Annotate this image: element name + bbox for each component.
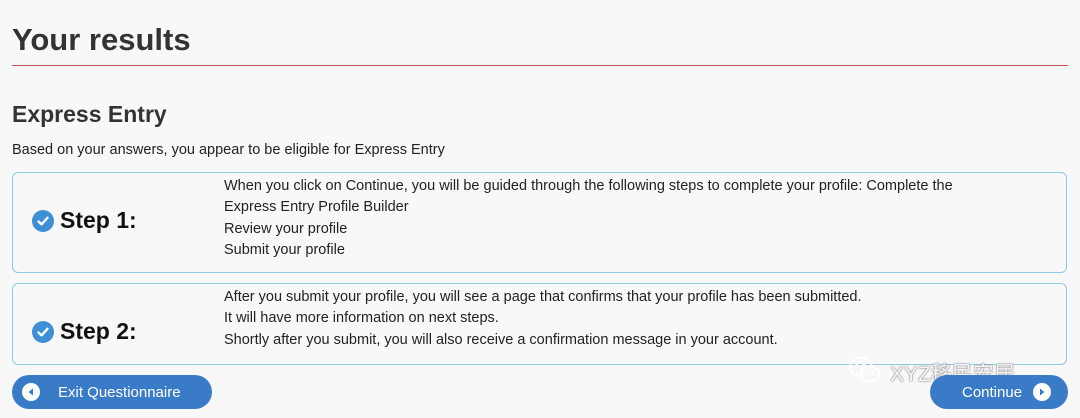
step-2-line: After you submit your profile, you will … [224, 289, 862, 305]
step-2-line: It will have more information on next st… [224, 310, 499, 327]
check-circle-icon [32, 209, 54, 232]
arrow-right-circle-icon [1033, 383, 1052, 401]
exit-questionnaire-button[interactable]: Exit Questionnaire [12, 375, 212, 409]
check-circle-icon [32, 320, 54, 343]
step-1-panel: Step 1: When you click on Continue, you … [12, 172, 1067, 273]
section-title: Express Entry [12, 101, 167, 127]
step-1-line: Review your profile [224, 220, 348, 237]
continue-button[interactable]: Continue [930, 375, 1068, 409]
continue-label: Continue [962, 383, 1023, 401]
step-2-line: Shortly after you submit, you will also … [224, 331, 778, 348]
step-2-description: After you submit your profile, you will … [224, 287, 862, 351]
page-title: Your results [12, 22, 191, 57]
exit-questionnaire-label: Exit Questionnaire [58, 383, 181, 401]
step-2-heading: Step 2: [32, 318, 137, 345]
step-1-line: Express Entry Profile Builder [224, 199, 409, 216]
step-1-line: When you click on Continue, you will be … [224, 178, 953, 194]
step-2-panel: Step 2: After you submit your profile, y… [12, 283, 1067, 365]
eligibility-message: Based on your answers, you appear to be … [12, 142, 445, 158]
arrow-left-circle-icon [22, 383, 40, 401]
step-1-heading: Step 1: [32, 207, 137, 234]
step-1-label: Step 1: [60, 207, 137, 233]
step-2-label: Step 2: [60, 318, 137, 344]
title-divider [12, 65, 1068, 66]
step-1-line: Submit your profile [224, 241, 345, 258]
step-1-description: When you click on Continue, you will be … [224, 176, 953, 261]
